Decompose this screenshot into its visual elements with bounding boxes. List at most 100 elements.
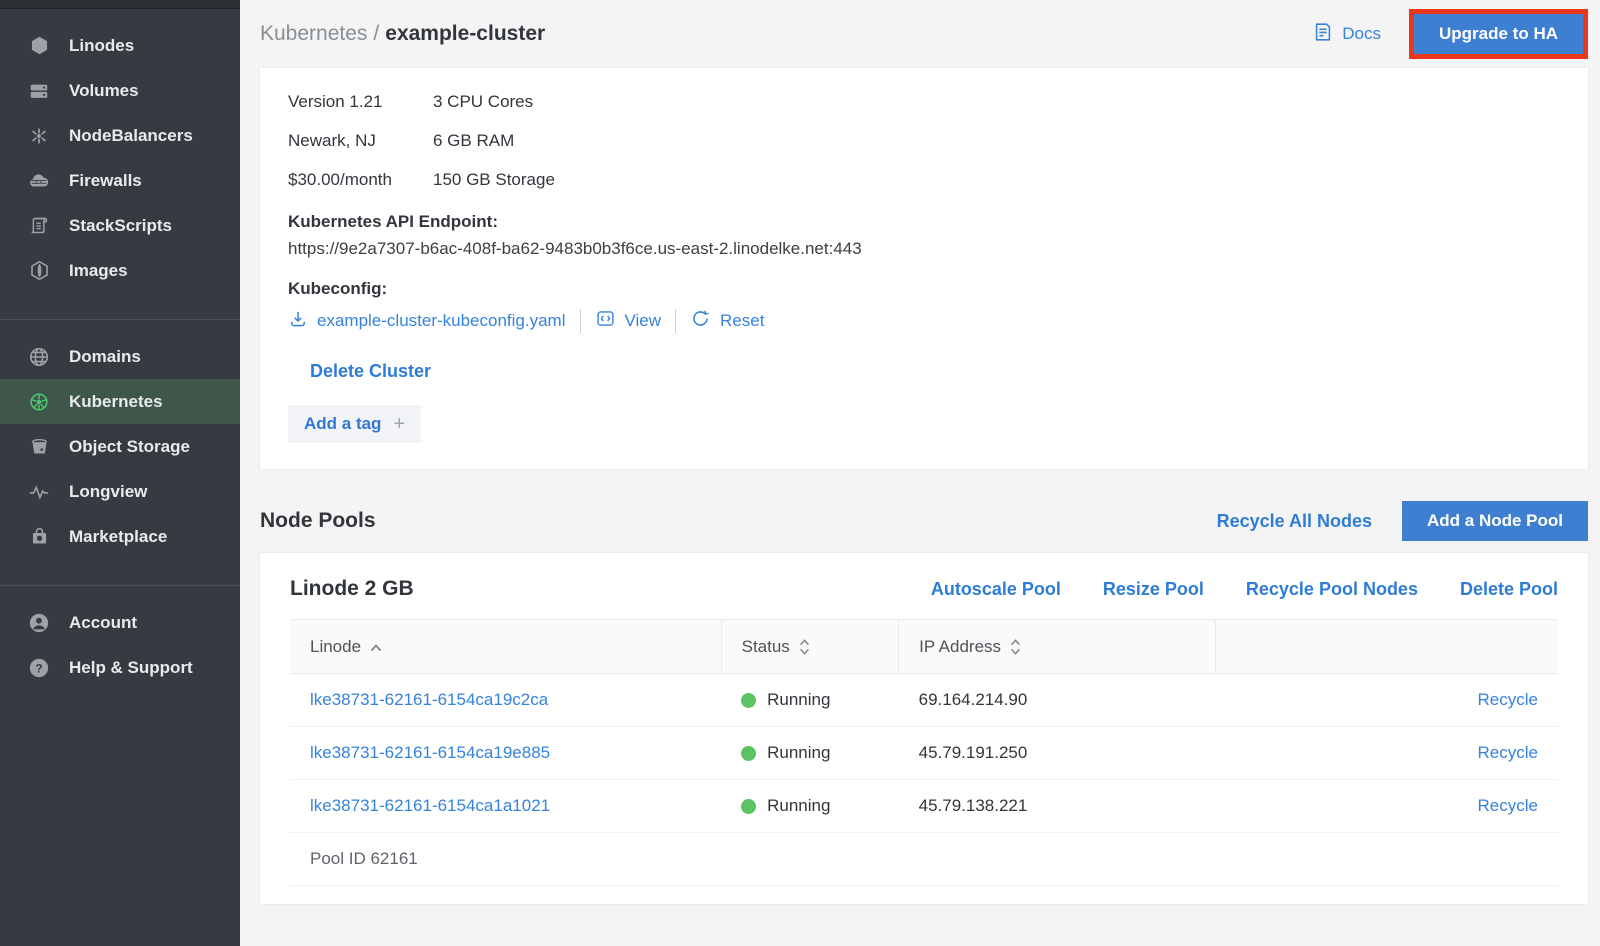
reset-refresh-icon [690, 308, 711, 334]
cluster-price: $30.00/month [288, 170, 433, 190]
sidebar-item-account[interactable]: Account [0, 600, 240, 645]
recycle-node-link[interactable]: Recycle [1478, 690, 1538, 709]
docs-icon [1312, 21, 1334, 48]
recycle-node-link[interactable]: Recycle [1478, 743, 1538, 762]
node-pools-title: Node Pools [260, 509, 1217, 533]
kubeconfig-filename: example-cluster-kubeconfig.yaml [317, 311, 566, 331]
sidebar-item-marketplace[interactable]: Marketplace [0, 514, 240, 559]
sidebar-item-linodes[interactable]: Linodes [0, 23, 240, 68]
breadcrumb-current: example-cluster [385, 22, 545, 45]
kubeconfig-block: Kubeconfig: example-cluster-kubeconfig.y… [288, 279, 1560, 334]
sort-both-icon [1010, 639, 1021, 655]
breadcrumb-separator: / [367, 22, 385, 45]
linode-hexagon-icon [28, 35, 50, 57]
sidebar-group-compute: Linodes Volumes NodeBalancers Firewalls … [0, 9, 240, 319]
cluster-storage: 150 GB Storage [433, 170, 1560, 190]
docs-link[interactable]: Docs [1312, 21, 1381, 48]
node-ip: 45.79.138.221 [919, 796, 1028, 815]
status-running-dot [741, 746, 756, 761]
sidebar-item-domains[interactable]: Domains [0, 334, 240, 379]
bucket-icon [28, 436, 50, 458]
sidebar-item-label: Longview [69, 482, 147, 502]
column-label: IP Address [919, 637, 1001, 657]
node-link[interactable]: lke38731-62161-6154ca19e885 [310, 743, 550, 762]
column-header-status[interactable]: Status [721, 620, 899, 674]
sidebar-item-firewalls[interactable]: Firewalls [0, 158, 240, 203]
docs-label: Docs [1342, 24, 1381, 44]
sidebar-item-label: Firewalls [69, 171, 142, 191]
node-table-header-row: Linode Status [290, 620, 1558, 674]
node-ip: 45.79.191.250 [919, 743, 1028, 762]
download-icon [288, 309, 308, 334]
sidebar-item-label: Linodes [69, 36, 134, 56]
add-tag-label: Add a tag [304, 414, 381, 434]
add-tag-button[interactable]: Add a tag + [288, 405, 421, 443]
autoscale-pool-link[interactable]: Autoscale Pool [931, 579, 1061, 600]
breadcrumb-section-link[interactable]: Kubernetes [260, 22, 367, 45]
pool-id-row: Pool ID 62161 [290, 833, 1558, 886]
upgrade-to-ha-button[interactable]: Upgrade to HA [1414, 14, 1583, 54]
resize-pool-link[interactable]: Resize Pool [1103, 579, 1204, 600]
delete-pool-link[interactable]: Delete Pool [1460, 579, 1558, 600]
kubeconfig-download-link[interactable]: example-cluster-kubeconfig.yaml [288, 309, 566, 334]
node-link[interactable]: lke38731-62161-6154ca1a1021 [310, 796, 550, 815]
delete-cluster-link[interactable]: Delete Cluster [310, 361, 431, 382]
main-content: Kubernetes/example-cluster Docs Upgrade … [240, 0, 1600, 946]
cluster-summary-card: Version 1.21 3 CPU Cores Newark, NJ 6 GB… [260, 68, 1588, 469]
sidebar-item-label: Marketplace [69, 527, 167, 547]
pool-actions: Autoscale Pool Resize Pool Recycle Pool … [931, 579, 1558, 600]
question-mark-icon: ? [28, 657, 50, 679]
sidebar-item-label: Images [69, 261, 128, 281]
annotation-highlight-box: Upgrade to HA [1409, 9, 1588, 59]
sidebar-item-images[interactable]: Images [0, 248, 240, 293]
sidebar-item-label: Kubernetes [69, 392, 163, 412]
kubernetes-helm-icon [28, 391, 50, 413]
sidebar-item-longview[interactable]: Longview [0, 469, 240, 514]
pool-title-row: Linode 2 GB Autoscale Pool Resize Pool R… [290, 553, 1558, 619]
status-label: Running [767, 690, 830, 710]
recycle-node-link[interactable]: Recycle [1478, 796, 1538, 815]
status-running-dot [741, 799, 756, 814]
kubeconfig-label: Kubeconfig: [288, 279, 1560, 299]
kubeconfig-actions-row: example-cluster-kubeconfig.yaml View Res… [288, 308, 1560, 334]
stackscripts-icon [28, 215, 50, 237]
sidebar-item-help-support[interactable]: ? Help & Support [0, 645, 240, 690]
breadcrumb: Kubernetes/example-cluster [260, 22, 1312, 46]
status-label: Running [767, 796, 830, 816]
sidebar-item-label: StackScripts [69, 216, 172, 236]
column-header-actions [1216, 620, 1558, 674]
images-icon [28, 260, 50, 282]
node-table: Linode Status [290, 619, 1558, 886]
sidebar-item-kubernetes[interactable]: Kubernetes [0, 379, 240, 424]
sidebar-item-label: Account [69, 613, 137, 633]
sidebar-item-object-storage[interactable]: Object Storage [0, 424, 240, 469]
node-link[interactable]: lke38731-62161-6154ca19c2ca [310, 690, 548, 709]
vertical-divider [580, 309, 581, 333]
vertical-divider [675, 309, 676, 333]
view-label: View [625, 311, 662, 331]
recycle-all-nodes-link[interactable]: Recycle All Nodes [1217, 511, 1372, 532]
recycle-pool-nodes-link[interactable]: Recycle Pool Nodes [1246, 579, 1418, 600]
account-avatar-icon [28, 612, 50, 634]
kubeconfig-reset-link[interactable]: Reset [690, 308, 764, 334]
add-node-pool-button[interactable]: Add a Node Pool [1402, 501, 1588, 541]
pool-id: Pool ID 62161 [290, 833, 1558, 886]
kubeconfig-view-link[interactable]: View [595, 308, 662, 334]
pool-name: Linode 2 GB [290, 577, 931, 601]
column-header-ip-address[interactable]: IP Address [899, 620, 1216, 674]
sidebar-item-stackscripts[interactable]: StackScripts [0, 203, 240, 248]
sidebar-item-label: Volumes [69, 81, 139, 101]
cluster-region: Newark, NJ [288, 131, 433, 151]
column-header-linode[interactable]: Linode [290, 620, 721, 674]
sidebar: Linodes Volumes NodeBalancers Firewalls … [0, 0, 240, 946]
sidebar-item-label: Help & Support [69, 658, 193, 678]
column-label: Linode [310, 637, 361, 657]
node-ip: 69.164.214.90 [919, 690, 1028, 709]
sidebar-item-nodebalancers[interactable]: NodeBalancers [0, 113, 240, 158]
sidebar-item-volumes[interactable]: Volumes [0, 68, 240, 113]
sidebar-item-label: NodeBalancers [69, 126, 193, 146]
sort-ascending-icon [370, 637, 382, 657]
sidebar-top-strip [0, 0, 240, 9]
view-code-icon [595, 308, 616, 334]
sidebar-item-label: Object Storage [69, 437, 190, 457]
